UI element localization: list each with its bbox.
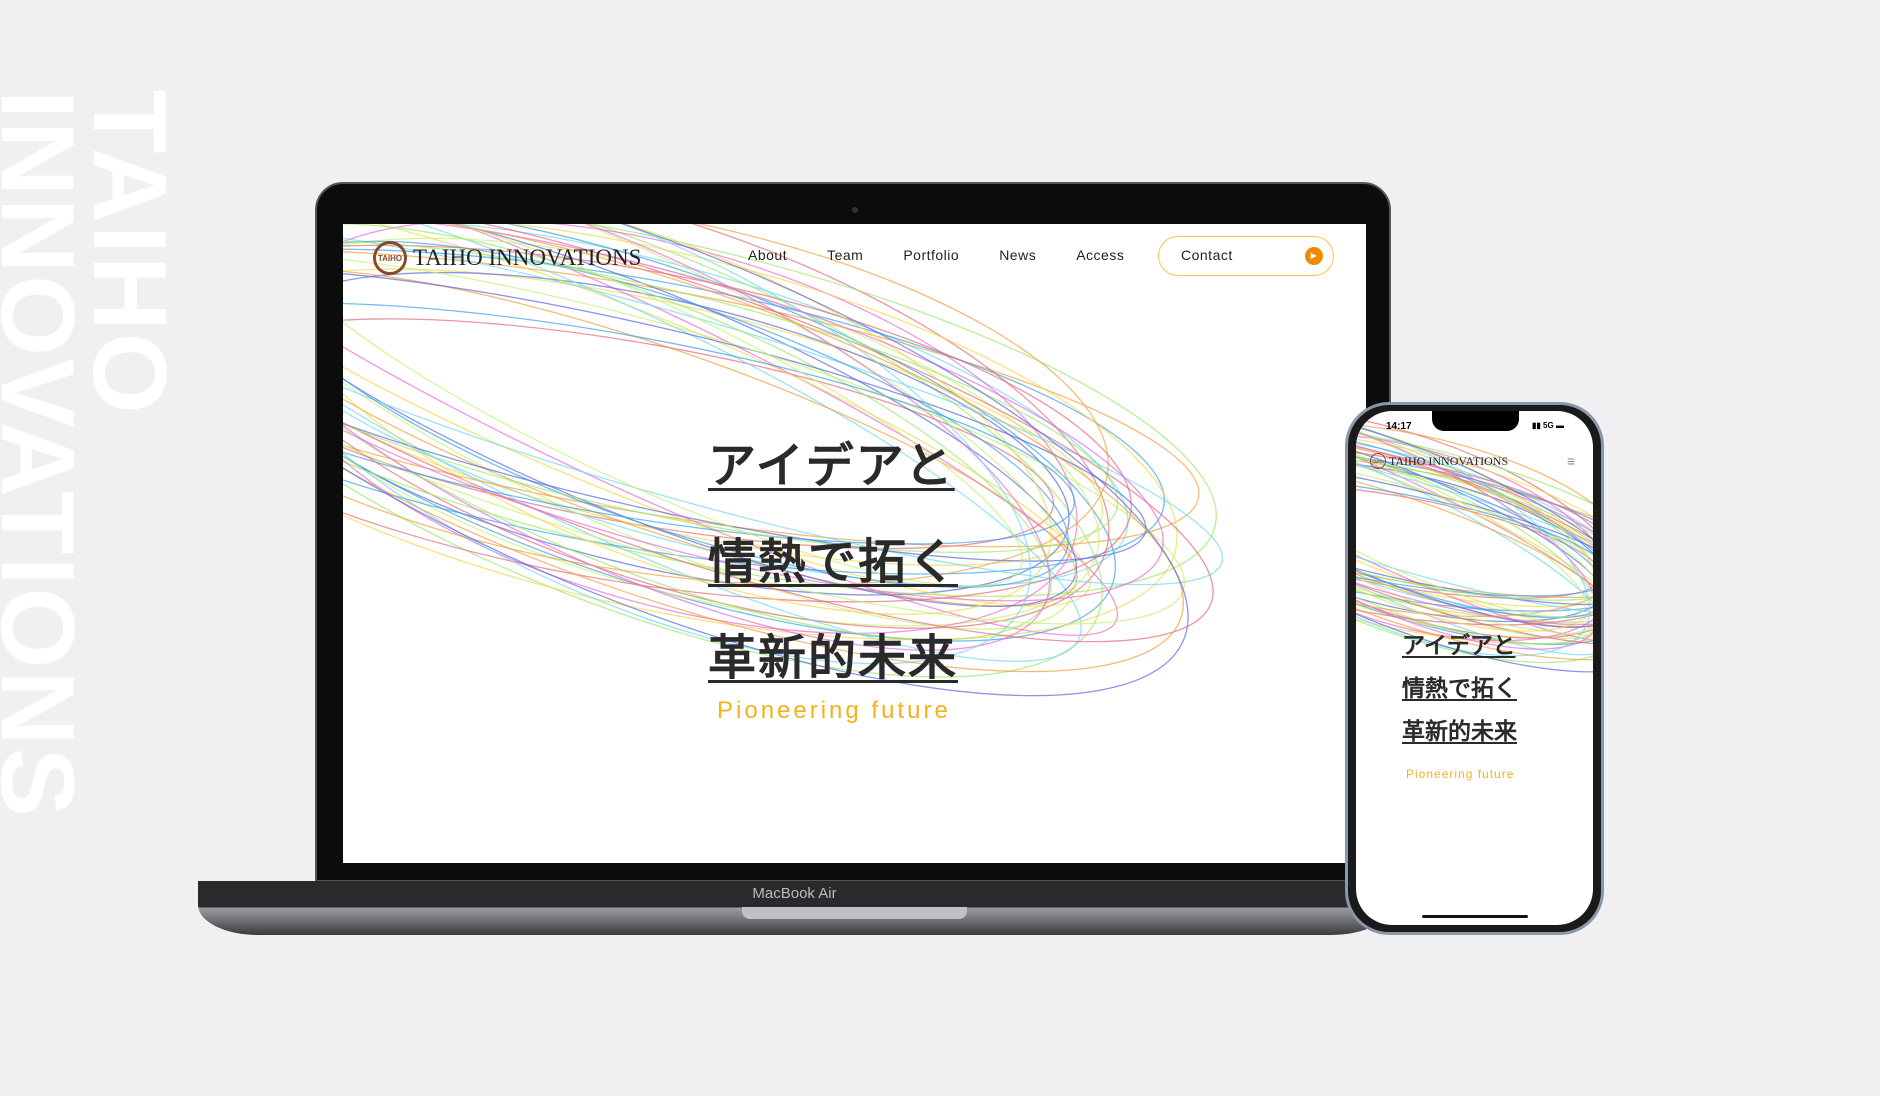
headline-line: 革新的未来 bbox=[1402, 718, 1517, 744]
logo-text: TAIHO INNOVATIONS bbox=[413, 245, 642, 270]
contact-button[interactable]: Contact ▶ bbox=[1158, 236, 1334, 276]
headline-line: 情熱で拓く bbox=[708, 536, 959, 589]
background-brand-text: TAIHO INNOVATIONS bbox=[0, 90, 180, 1010]
nav-news[interactable]: News bbox=[999, 247, 1036, 263]
logo-badge: TAIHO bbox=[1370, 453, 1386, 469]
nav-portfolio[interactable]: Portfolio bbox=[903, 247, 959, 263]
hamburger-menu-icon[interactable]: ≡ bbox=[1567, 454, 1580, 468]
camera-icon bbox=[852, 207, 858, 213]
hero-subtitle: Pioneering future bbox=[717, 697, 951, 724]
logo[interactable]: TAIHO TAIHO INNOVATIONS bbox=[1370, 453, 1508, 469]
laptop-hinge bbox=[742, 907, 967, 919]
nav-access[interactable]: Access bbox=[1076, 247, 1124, 263]
arrow-right-icon: ▶ bbox=[1305, 247, 1323, 265]
site-header: TAIHO TAIHO INNOVATIONS About Team Portf… bbox=[343, 224, 1366, 288]
headline-line: アイデアと bbox=[708, 440, 955, 493]
contact-label: Contact bbox=[1181, 247, 1233, 263]
phone-screen: 14:17 ▮▮ 5G ▬ TAIHO TAIHO INNOVATIONS ≡ … bbox=[1356, 411, 1593, 925]
hero-headline: アイデアと 情熱で拓く 革新的未来 bbox=[708, 419, 958, 707]
nav-menu: About Team Portfolio News Access bbox=[748, 247, 1124, 263]
home-indicator[interactable] bbox=[1422, 915, 1528, 918]
model-label: MacBook Air bbox=[752, 885, 837, 902]
brand-line-1: TAIHO bbox=[71, 90, 180, 416]
laptop-screen: TAIHO TAIHO INNOVATIONS About Team Portf… bbox=[343, 224, 1366, 863]
network-label: 5G bbox=[1543, 421, 1554, 430]
logo-badge: TAIHO bbox=[373, 241, 407, 275]
headline-line: 革新的未来 bbox=[708, 632, 959, 685]
phone-notch bbox=[1432, 411, 1519, 431]
nav-team[interactable]: Team bbox=[827, 247, 863, 263]
headline-line: アイデアと bbox=[1402, 632, 1516, 658]
logo[interactable]: TAIHO TAIHO INNOVATIONS bbox=[373, 241, 641, 275]
status-icons: ▮▮ 5G ▬ bbox=[1532, 421, 1564, 430]
brand-line-2: INNOVATIONS bbox=[0, 90, 95, 819]
hero-subtitle: Pioneering future bbox=[1406, 767, 1515, 781]
nav-about[interactable]: About bbox=[748, 247, 787, 263]
status-time: 14:17 bbox=[1386, 421, 1412, 432]
headline-line: 情熱で拓く bbox=[1402, 675, 1517, 701]
logo-text: TAIHO INNOVATIONS bbox=[1389, 453, 1509, 468]
hero-headline: アイデアと 情熱で拓く 革新的未来 bbox=[1402, 624, 1517, 753]
battery-icon: ▬ bbox=[1555, 421, 1564, 430]
